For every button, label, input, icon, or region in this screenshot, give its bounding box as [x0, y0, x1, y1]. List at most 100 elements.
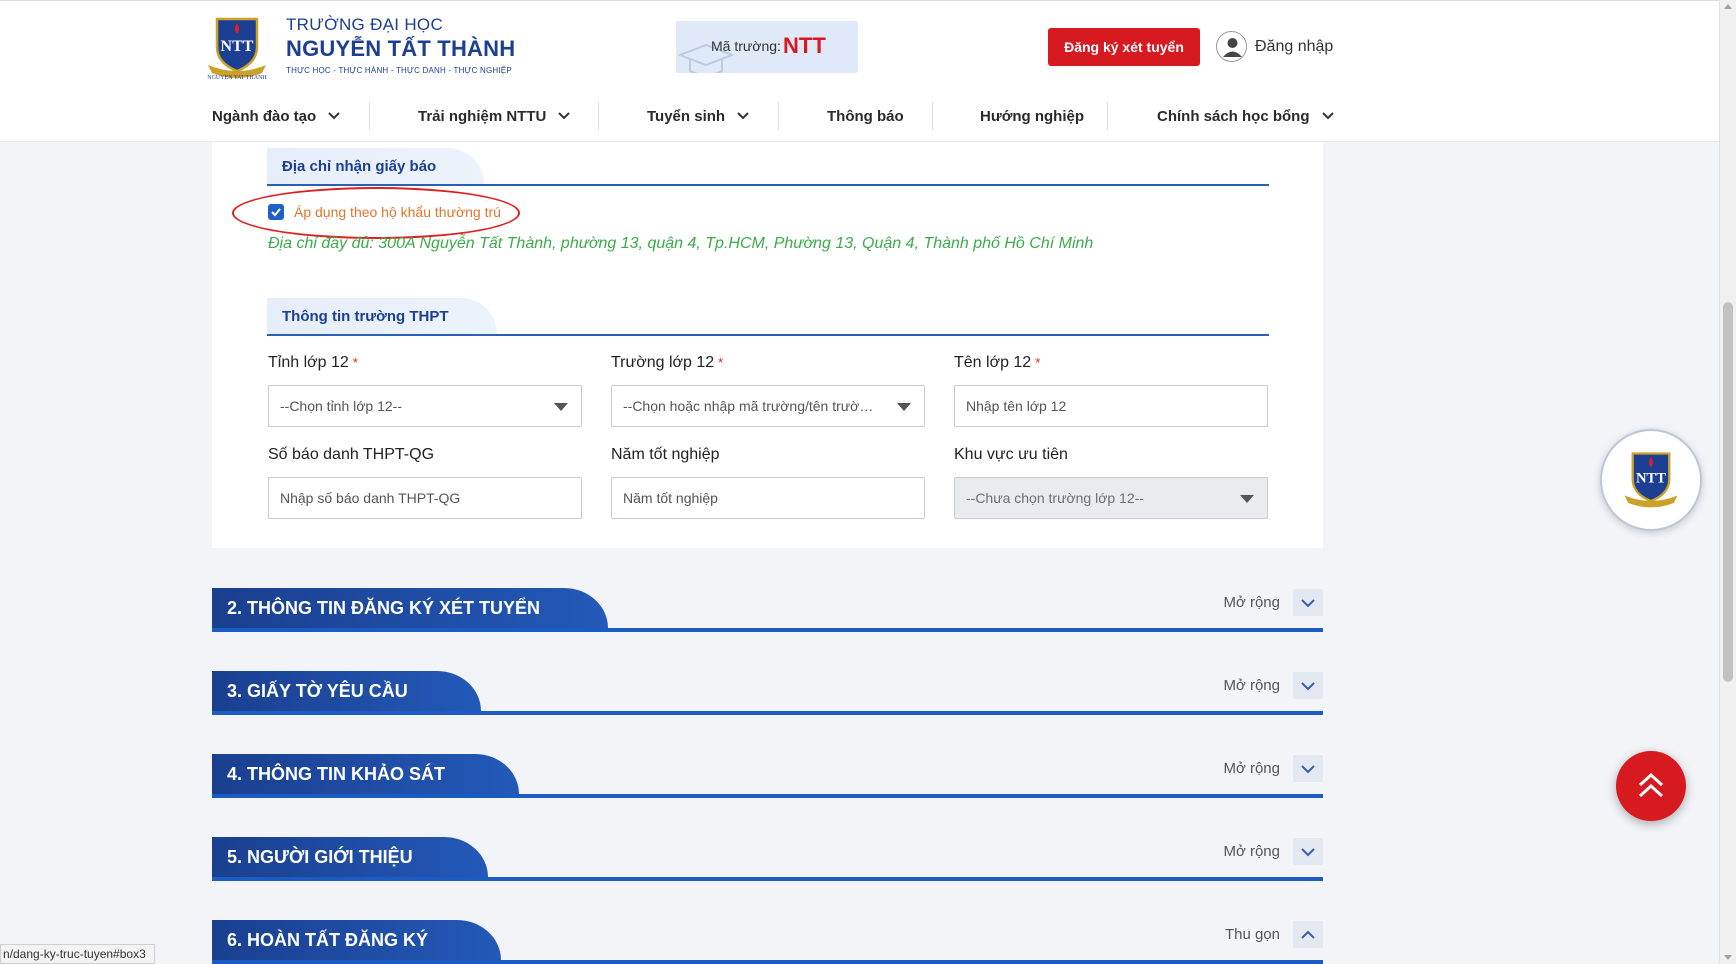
chevron-down-icon [328, 112, 340, 120]
class-name-input[interactable]: Nhập tên lớp 12 [954, 385, 1268, 427]
login-label: Đăng nhập [1255, 37, 1334, 55]
nav-divider [932, 102, 933, 130]
candidate-number-input[interactable]: Nhập số báo danh THPT-QG [268, 477, 582, 519]
class-name-placeholder: Nhập tên lớp 12 [966, 398, 1067, 414]
section-title: 5. NGƯỜI GIỚI THIỆU [212, 837, 488, 877]
section-complete-registration[interactable]: 6. HOÀN TẤT ĐĂNG KÝ Thu gọn [212, 920, 1323, 964]
page-scrollbar[interactable] [1719, 0, 1736, 964]
expand-label[interactable]: Mở rộng [1223, 760, 1280, 777]
section-referrer[interactable]: 5. NGƯỜI GIỚI THIỆU Mở rộng [212, 837, 1323, 881]
section-survey-info[interactable]: 4. THÔNG TIN KHẢO SÁT Mở rộng [212, 754, 1323, 798]
logo-line2: NGUYỄN TẤT THÀNH [286, 36, 516, 61]
nav-divider [778, 102, 779, 130]
logo-emblem-caption: NGUYEN TAT THANH [207, 75, 267, 81]
nav-item-label: Thông báo [827, 107, 904, 125]
university-logo-text[interactable]: TRƯỜNG ĐẠI HỌC NGUYỄN TẤT THÀNH THỰC HỌC… [286, 15, 515, 75]
svg-text:NTT: NTT [221, 38, 254, 55]
nav-item-label: Chính sách học bổng [1157, 107, 1310, 125]
chevron-down-icon [737, 112, 749, 120]
expand-label[interactable]: Mở rộng [1223, 594, 1280, 611]
school-label-text: Trường lớp 12 [611, 354, 715, 371]
expand-button[interactable] [1293, 672, 1323, 699]
required-mark: * [718, 355, 724, 370]
nav-item-career-guidance[interactable]: Hướng nghiệp [980, 90, 1084, 142]
priority-area-label-text: Khu vực ưu tiên [954, 446, 1068, 463]
graduation-year-label: Năm tốt nghiệp [611, 446, 720, 464]
floating-university-logo[interactable]: NTT [1600, 429, 1702, 531]
address-section-header: Địa chỉ nhận giấy báo [267, 148, 1269, 186]
main-navigation: Ngành đào tạo Trải nghiệm NTTU Tuyển sin… [0, 90, 1719, 142]
nav-item-nttu-experience[interactable]: Trải nghiệm NTTU [418, 90, 571, 142]
nav-item-label: Hướng nghiệp [980, 107, 1085, 125]
candidate-number-label: Số báo danh THPT-QG [268, 446, 434, 464]
svg-text:NTT: NTT [1636, 471, 1666, 487]
university-emblem-icon: NTT [1624, 452, 1678, 508]
checkmark-icon [271, 208, 281, 217]
register-admission-button[interactable]: Đăng ký xét tuyển [1048, 28, 1200, 66]
scroll-to-top-button[interactable] [1616, 751, 1686, 821]
chevron-down-icon [1301, 764, 1315, 773]
graduation-year-label-text: Năm tốt nghiệp [611, 446, 720, 463]
nav-item-admissions[interactable]: Tuyển sinh [647, 90, 749, 142]
user-icon [1216, 31, 1247, 62]
nav-item-training-programs[interactable]: Ngành đào tạo [212, 90, 340, 142]
priority-area-label: Khu vực ưu tiên [954, 446, 1068, 464]
school-select[interactable]: --Chọn hoặc nhập mã trường/tên trường-- [611, 385, 925, 427]
scroll-up-arrow-icon[interactable] [1724, 4, 1732, 9]
graduation-year-placeholder: Năm tốt nghiệp [623, 490, 718, 506]
logo-slogan: THỰC HỌC - THỰC HÀNH - THỰC DANH - THỰC … [286, 66, 512, 75]
dropdown-caret-icon [554, 403, 568, 411]
section-title: 2. THÔNG TIN ĐĂNG KÝ XÉT TUYỂN [212, 588, 608, 628]
section-title: 3. GIẤY TỜ YÊU CẦU [212, 671, 481, 711]
nav-divider [1107, 102, 1108, 130]
chevron-down-icon [1321, 112, 1334, 120]
school-select-placeholder: --Chọn hoặc nhập mã trường/tên trường-- [623, 398, 881, 414]
expand-button[interactable] [1293, 838, 1323, 865]
nav-item-label: Trải nghiệm NTTU [418, 107, 547, 125]
double-chevron-up-icon [1638, 772, 1664, 798]
permanent-address-checkbox-label[interactable]: Áp dụng theo hộ khẩu thường trú [294, 204, 501, 220]
nav-item-announcements[interactable]: Thông báo [827, 90, 904, 142]
section-required-documents[interactable]: 3. GIẤY TỜ YÊU CẦU Mở rộng [212, 671, 1323, 715]
section-registration-info[interactable]: 2. THÔNG TIN ĐĂNG KÝ XÉT TUYỂN Mở rộng [212, 588, 1323, 632]
university-logo-emblem[interactable]: NTT NGUYEN TAT THANH [202, 13, 272, 83]
nav-item-label: Ngành đào tạo [212, 107, 317, 125]
scroll-down-arrow-icon[interactable] [1724, 955, 1732, 960]
school-label: Trường lớp 12 * [611, 354, 723, 372]
section-title: 6. HOÀN TẤT ĐĂNG KÝ [212, 920, 501, 960]
candidate-number-label-text: Số báo danh THPT-QG [268, 446, 435, 463]
section-title: 4. THÔNG TIN KHẢO SÁT [212, 754, 519, 794]
expand-label[interactable]: Mở rộng [1223, 843, 1280, 860]
nav-item-label: Tuyển sinh [647, 107, 726, 125]
dropdown-caret-icon [897, 403, 911, 411]
permanent-address-checkbox-row[interactable]: Áp dụng theo hộ khẩu thường trú [268, 204, 501, 220]
priority-area-placeholder: --Chưa chọn trường lớp 12-- [966, 490, 1144, 506]
chevron-down-icon [1301, 681, 1315, 690]
priority-area-select[interactable]: --Chưa chọn trường lớp 12-- [954, 477, 1268, 519]
full-address-text: Địa chỉ đầy đủ: 300A Nguyễn Tất Thành, p… [268, 235, 1094, 252]
class-label-text: Tên lớp 12 [954, 354, 1032, 371]
school-code-label: Mã trường: [711, 38, 781, 54]
scrollbar-thumb[interactable] [1723, 302, 1733, 682]
province-select[interactable]: --Chọn tỉnh lớp 12-- [268, 385, 582, 427]
nav-item-scholarship-policy[interactable]: Chính sách học bổng [1157, 90, 1334, 142]
nav-divider [598, 102, 599, 130]
login-link[interactable]: Đăng nhập [1216, 31, 1333, 62]
expand-label[interactable]: Mở rộng [1223, 677, 1280, 694]
collapse-label[interactable]: Thu gọn [1225, 926, 1280, 943]
required-mark: * [352, 355, 358, 370]
graduation-year-input[interactable]: Năm tốt nghiệp [611, 477, 925, 519]
school-code-box: Mã trường: NTT [676, 21, 858, 73]
required-mark: * [1035, 355, 1041, 370]
chevron-down-icon [558, 112, 571, 120]
address-section-title: Địa chỉ nhận giấy báo [267, 148, 485, 184]
expand-button[interactable] [1293, 755, 1323, 782]
collapse-button[interactable] [1293, 921, 1323, 948]
dropdown-caret-icon [1240, 495, 1254, 503]
nav-divider [369, 102, 370, 130]
chevron-up-icon [1301, 930, 1315, 939]
status-bar-url: n/dang-ky-truc-tuyen#box3 [0, 944, 155, 964]
top-header: NTT NGUYEN TAT THANH TRƯỜNG ĐẠI HỌC NGUY… [0, 0, 1719, 90]
permanent-address-checkbox[interactable] [268, 204, 284, 220]
expand-button[interactable] [1293, 589, 1323, 616]
